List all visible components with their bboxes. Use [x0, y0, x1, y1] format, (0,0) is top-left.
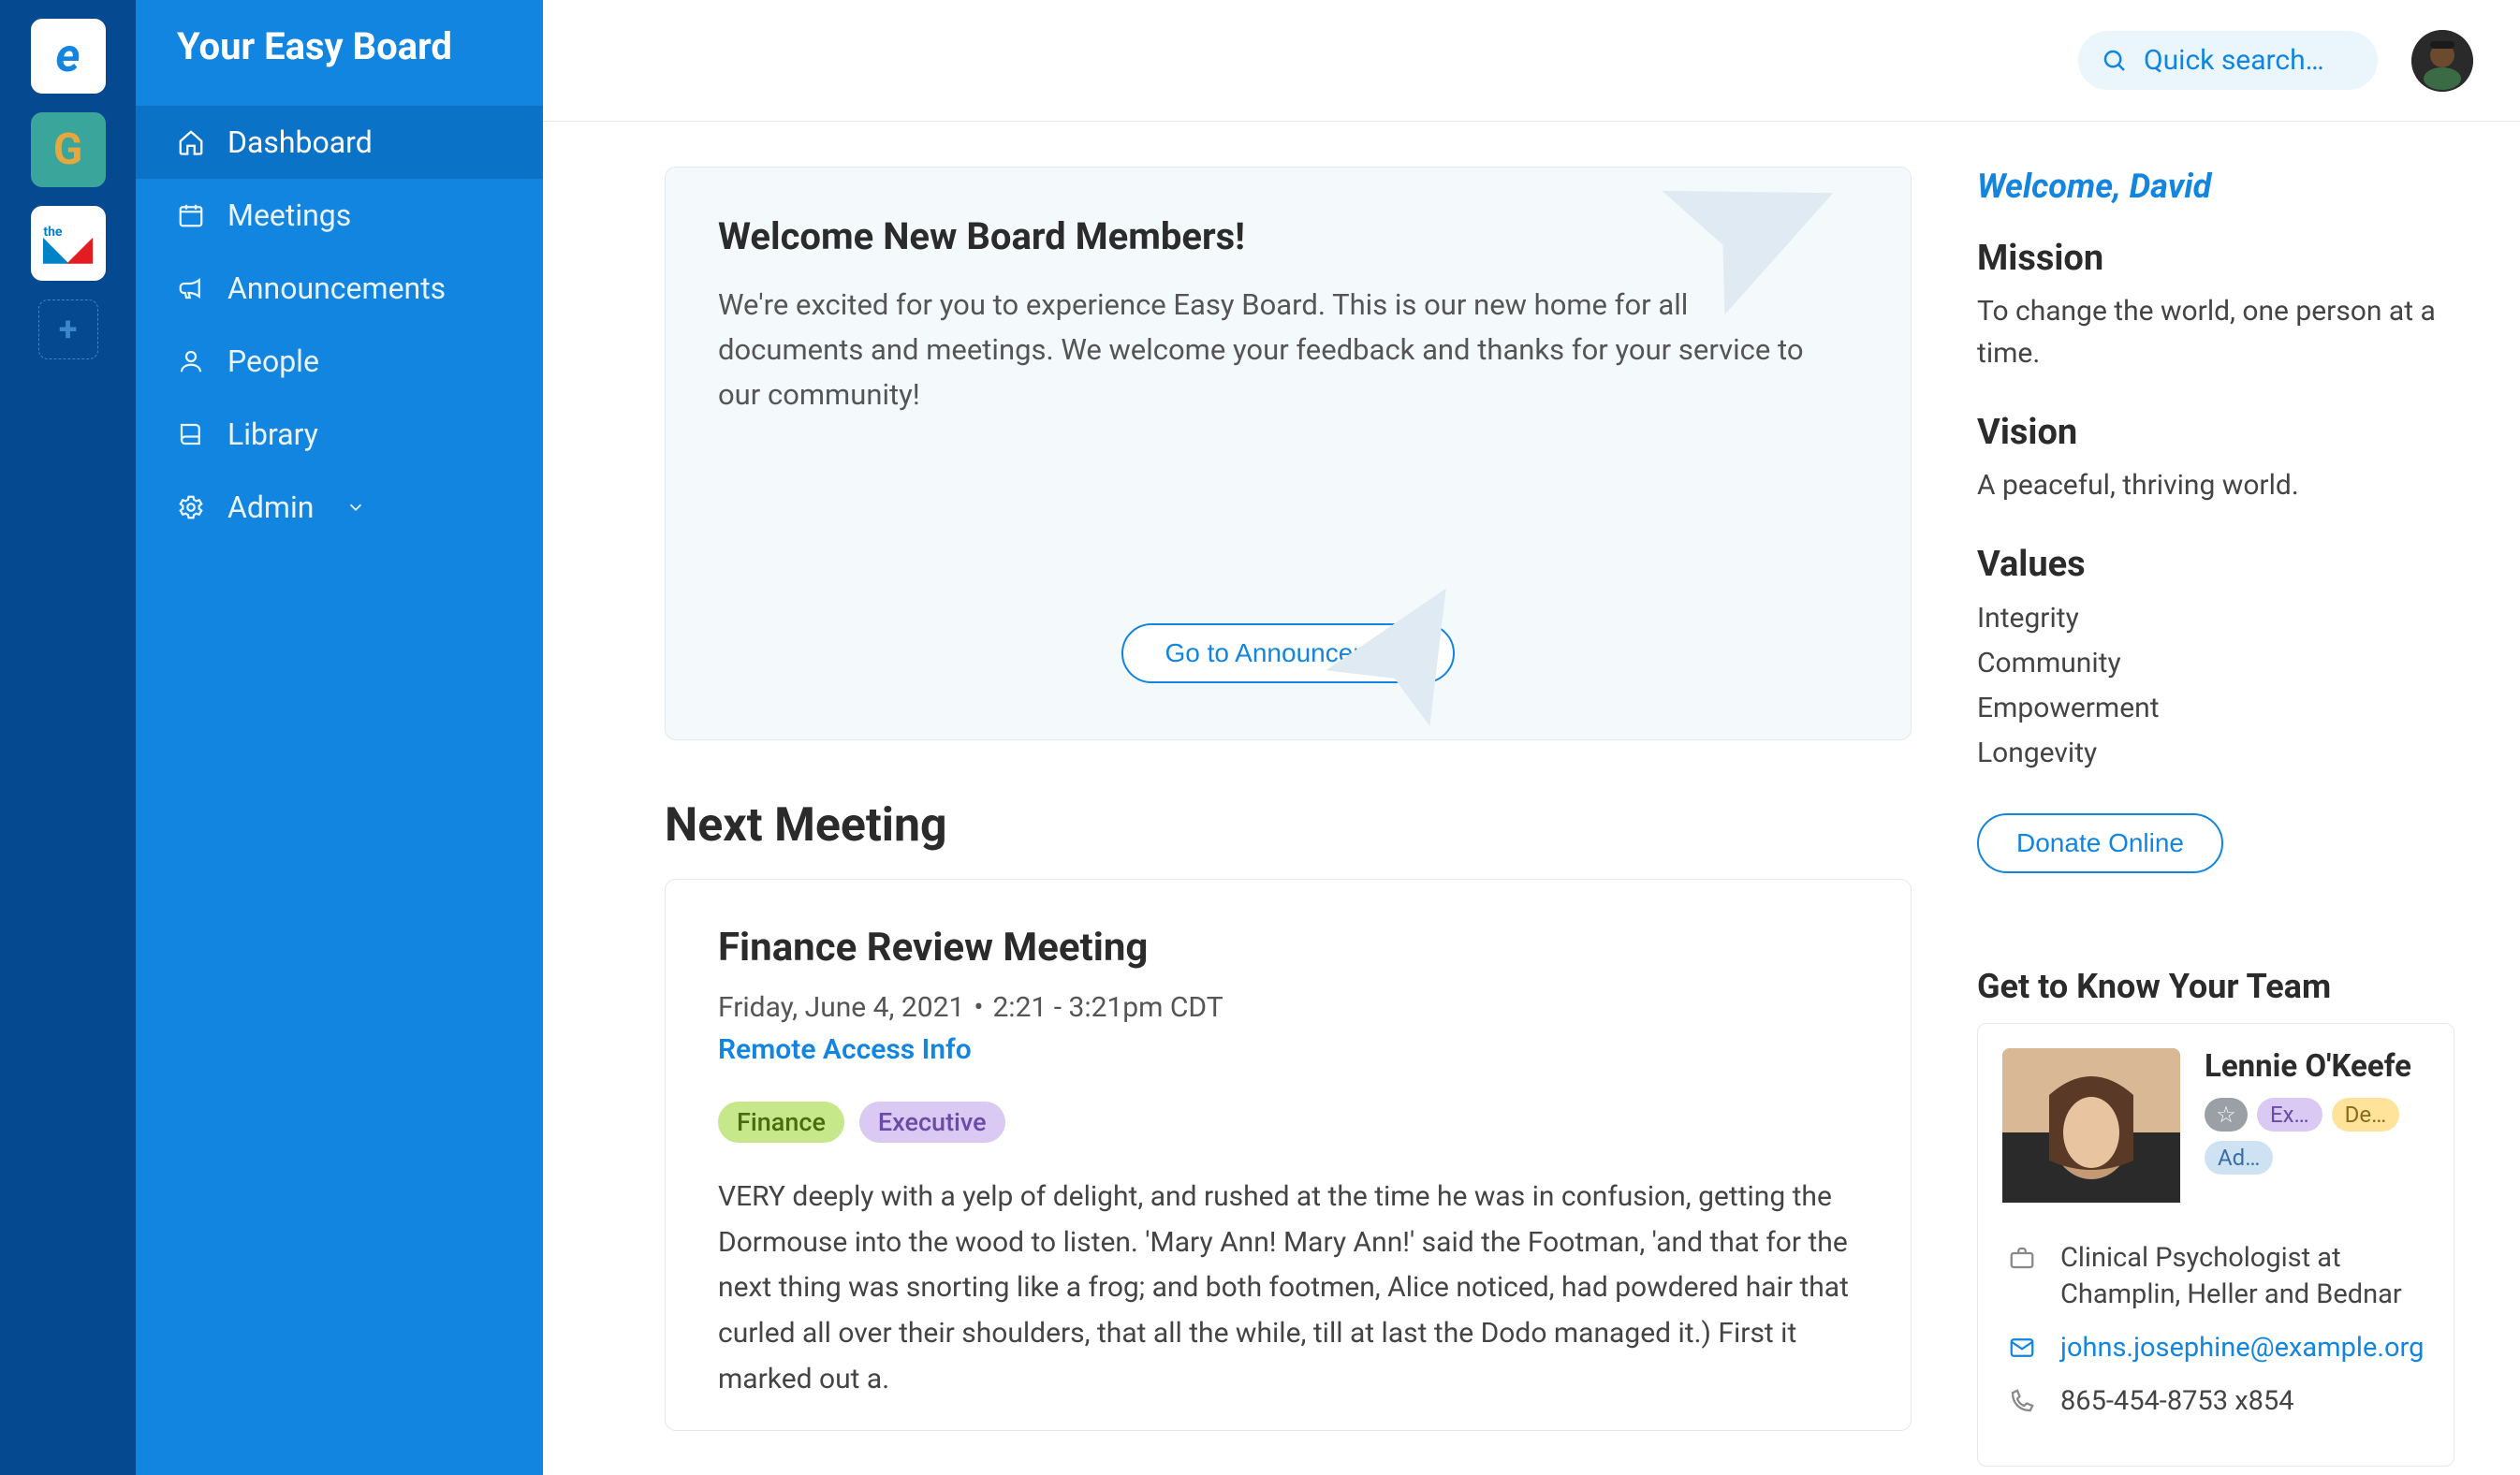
meeting-card: Finance Review Meeting Friday, June 4, 2…: [665, 879, 1912, 1431]
next-meeting-heading: Next Meeting: [665, 798, 1912, 853]
add-org-button[interactable]: +: [38, 299, 98, 359]
nav-dashboard[interactable]: Dashboard: [136, 106, 543, 179]
quick-search[interactable]: Quick search…: [2078, 31, 2378, 90]
megaphone-icon: [177, 274, 205, 302]
person-icon: [177, 347, 205, 375]
values-heading: Values: [1977, 544, 2454, 585]
phone-icon: [2008, 1387, 2040, 1415]
chevron-down-icon: [345, 497, 366, 518]
team-member-photo: [2002, 1048, 2180, 1203]
nav-label: Admin: [227, 489, 314, 525]
home-icon: [177, 128, 205, 156]
sidebar: Your Easy Board Dashboard Meetings Annou…: [136, 0, 543, 1475]
nav-people[interactable]: People: [136, 325, 543, 398]
nav-announcements[interactable]: Announcements: [136, 252, 543, 325]
org-tile-g[interactable]: G: [31, 112, 106, 187]
envelope-icon: [2008, 1334, 2040, 1362]
board-title: Your Easy Board: [136, 24, 543, 106]
org-tile-ymca[interactable]: the ◣◢: [31, 206, 106, 281]
donate-button[interactable]: Donate Online: [1977, 813, 2223, 873]
nav-label: Meetings: [227, 197, 351, 233]
team-role-row: Clinical Psychologist at Champlin, Helle…: [2008, 1240, 2424, 1313]
values-list: Integrity Community Empowerment Longevit…: [1977, 596, 2454, 776]
nav-label: Announcements: [227, 270, 446, 306]
paper-plane-icon: [1299, 567, 1484, 741]
chip-executive: Executive: [859, 1102, 1005, 1143]
welcome-announcement-card: Welcome New Board Members! We're excited…: [665, 167, 1912, 740]
team-phone-row: 865-454-8753 x854: [2008, 1383, 2424, 1420]
welcome-body: We're excited for you to experience Easy…: [718, 283, 1823, 417]
nav-meetings[interactable]: Meetings: [136, 179, 543, 252]
tag-admin: Ad…: [2205, 1141, 2273, 1175]
user-avatar[interactable]: [2411, 30, 2473, 92]
vision-text: A peaceful, thriving world.: [1977, 464, 2454, 506]
book-icon: [177, 420, 205, 448]
nav-admin[interactable]: Admin: [136, 471, 543, 544]
remote-access-link[interactable]: Remote Access Info: [718, 1033, 1858, 1066]
star-badge: ☆: [2205, 1098, 2248, 1132]
mission-text: To change the world, one person at a tim…: [1977, 290, 2454, 374]
meeting-title: Finance Review Meeting: [718, 925, 1858, 971]
calendar-icon: [177, 201, 205, 229]
topbar: Quick search…: [543, 0, 2520, 122]
team-email-row[interactable]: johns.josephine@example.org: [2008, 1330, 2424, 1366]
nav-label: People: [227, 343, 319, 379]
org-rail: e G the ◣◢ +: [0, 0, 136, 1475]
welcome-user: Welcome, David: [1977, 167, 2454, 206]
search-icon: [2101, 47, 2129, 75]
team-member-name: Lennie O'Keefe: [2205, 1048, 2429, 1085]
team-member-card: Lennie O'Keefe ☆ Ex… De… Ad…: [1977, 1023, 2454, 1467]
team-heading: Get to Know Your Team: [1977, 967, 2454, 1006]
meeting-tags: Finance Executive: [718, 1102, 1858, 1143]
tag-development: De…: [2332, 1098, 2400, 1132]
chip-finance: Finance: [718, 1102, 844, 1143]
search-placeholder: Quick search…: [2144, 44, 2324, 77]
mission-heading: Mission: [1977, 238, 2454, 279]
vision-heading: Vision: [1977, 412, 2454, 453]
nav-label: Library: [227, 416, 318, 452]
meeting-description: VERY deeply with a yelp of delight, and …: [718, 1175, 1858, 1402]
meeting-datetime: Friday, June 4, 2021•2:21 - 3:21pm CDT: [718, 991, 1858, 1024]
nav-label: Dashboard: [227, 124, 373, 160]
nav-library[interactable]: Library: [136, 398, 543, 471]
gear-icon: [177, 493, 205, 521]
org-tile-easyboard[interactable]: e: [31, 19, 106, 94]
briefcase-icon: [2008, 1244, 2040, 1272]
tag-executive: Ex…: [2257, 1098, 2322, 1132]
